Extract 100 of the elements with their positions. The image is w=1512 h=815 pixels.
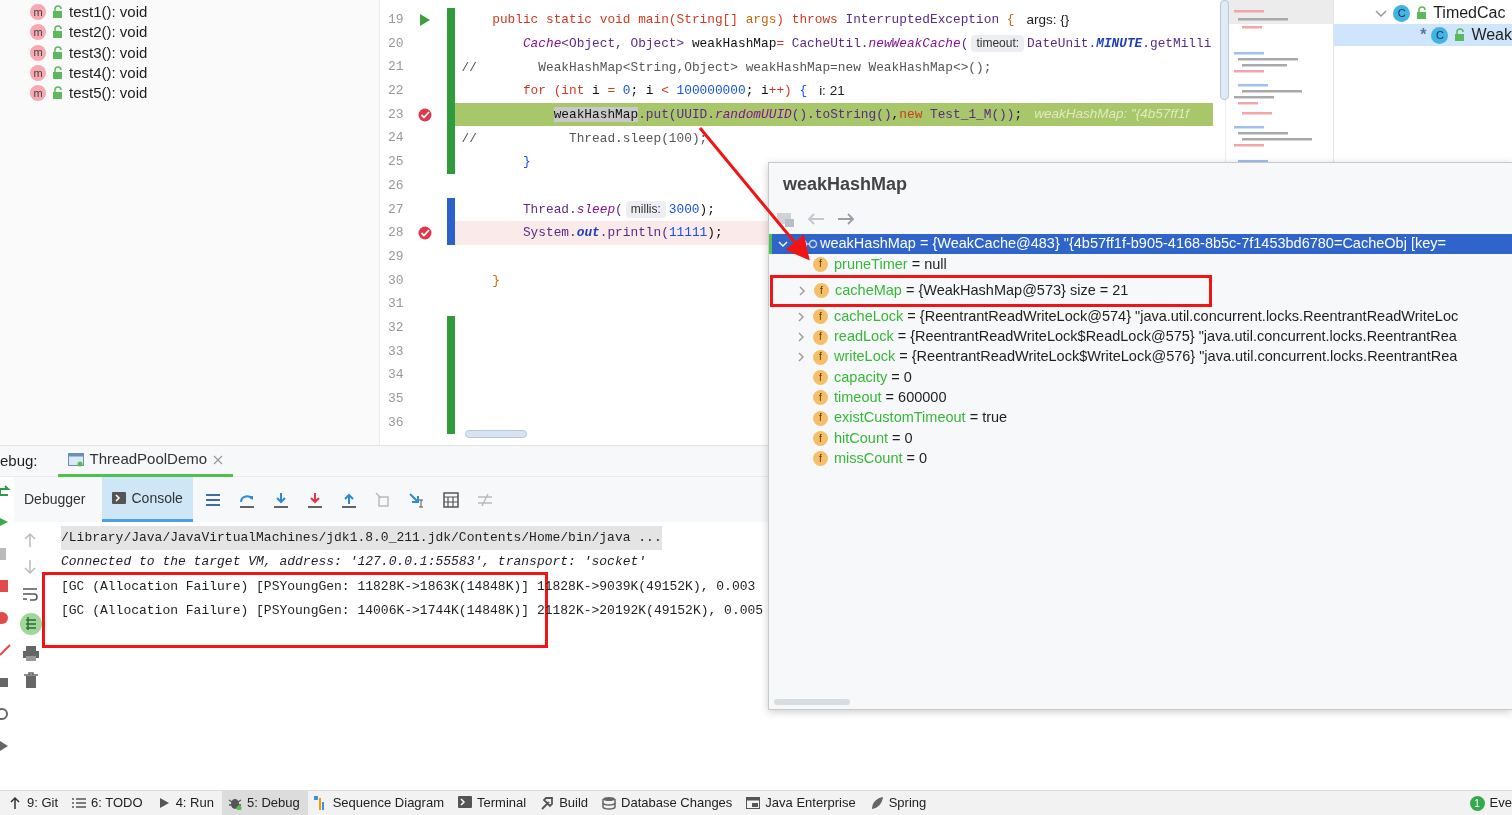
code-text: weakHashMap.put(UUID.randomUUID().toString(),new Test_1_M());	[552, 106, 1023, 124]
class-icon: C	[1431, 26, 1449, 44]
inline-value: i: 21	[819, 81, 845, 100]
modified-marker: *	[1420, 25, 1427, 45]
panel-label: ebug:	[0, 450, 38, 471]
line-number: 26	[386, 176, 404, 195]
line-number: 36	[386, 413, 404, 432]
line-number: 22	[386, 82, 404, 101]
tool-window-button[interactable]: Java Enterprise	[740, 790, 864, 815]
tool-window-button[interactable]: Terminal	[452, 790, 535, 815]
method-icon: m	[30, 44, 46, 61]
method-label[interactable]: test2(): void	[69, 21, 148, 44]
line-number: 31	[386, 295, 404, 314]
scrollbar-thumb[interactable]	[1219, 0, 1229, 100]
code-text: public static void main(String[] args) throws InterruptedException {	[491, 11, 1015, 30]
terminal-icon	[111, 492, 126, 504]
debugger-tab[interactable]: Debugger	[14, 477, 96, 522]
line-number: 34	[386, 366, 404, 385]
code-text: }	[521, 153, 531, 172]
forward-arrow-icon[interactable]	[837, 212, 855, 226]
tree-row[interactable]: * C Weak	[1334, 24, 1512, 46]
line-number: 28	[386, 224, 404, 243]
trash-icon[interactable]	[22, 672, 40, 689]
step-into-icon[interactable]	[272, 491, 289, 508]
print-icon[interactable]	[22, 645, 40, 662]
tool-window-button[interactable]: 5: Debug	[221, 790, 308, 815]
code-text: // WeakHashMap<String,Object> weakHashMap=new WeakHashMap<>();	[461, 58, 992, 77]
run-icon[interactable]	[419, 13, 431, 26]
code-text: for (int i = 0; i < 100000000; i++) {	[521, 82, 808, 101]
scrollbar-thumb[interactable]	[774, 699, 850, 705]
tool-window-button[interactable]: Sequence Diagram	[307, 790, 452, 815]
variable-text: pruneTimer = null	[834, 254, 947, 274]
variable-text: readLock = {ReentrantReadWriteLock$ReadLock@575} "java.util.concurrent.locks.ReentrantRea	[834, 327, 1457, 347]
field-icon: f	[814, 283, 829, 299]
inline-value: args: {}	[1026, 10, 1070, 29]
tool-window-button[interactable]: 9: Git	[2, 790, 67, 815]
soft-wrap-icon[interactable]	[22, 586, 40, 603]
lock-icon	[51, 45, 64, 60]
line-number: 30	[386, 271, 404, 290]
lock-icon	[1415, 6, 1429, 20]
field-icon: f	[813, 431, 828, 446]
build-icon	[540, 796, 555, 810]
scroll-to-end-icon[interactable]	[20, 613, 42, 635]
rerun-icon[interactable]	[0, 483, 12, 497]
tree-row[interactable]: C TimedCac	[1334, 2, 1512, 24]
close-icon[interactable]	[213, 454, 224, 465]
enterprise-icon	[746, 796, 761, 810]
parameter-hint: millis:	[625, 200, 666, 218]
lock-icon	[51, 66, 64, 81]
mute-icon[interactable]	[0, 643, 12, 657]
menu-icon[interactable]	[204, 491, 221, 508]
popup-title: weakHashMap	[782, 173, 909, 196]
lock-icon	[51, 86, 64, 101]
tool-window-button[interactable]: Spring	[863, 790, 935, 815]
field-icon: f	[813, 451, 828, 467]
variable-text: cacheLock = {ReentrantReadWriteLock@574} "java.util.concurrent.locks.ReentrantReadWriteLoc	[834, 306, 1459, 326]
variable-text: timeout = 600000	[834, 388, 947, 408]
tool-window-button[interactable]: Build	[534, 790, 597, 815]
step-out-icon[interactable]	[340, 491, 357, 508]
run-to-cursor-icon[interactable]	[408, 491, 425, 508]
inline-value: weakHashMap: "{4b57ff1f	[1034, 105, 1190, 124]
variable-text: weakHashMap = {WeakCache@483} "{4b57ff1f-b905-4168-8b5c-7f1453bd6780=CacheObj [key=	[820, 234, 1446, 254]
variable-row[interactable]: weakHashMap = {WeakCache@483} "{4b57ff1f-b905-4168-8b5c-7f1453bd6780=CacheObj [key=	[769, 234, 1512, 255]
method-label[interactable]: test5(): void	[69, 82, 148, 105]
terminal-icon	[458, 796, 472, 810]
tool-window-button[interactable]: 4: Run	[150, 790, 222, 815]
field-icon: f	[813, 309, 828, 325]
field-icon: f	[813, 370, 828, 386]
variable-text: cacheMap = {WeakHashMap@573} size = 21	[835, 280, 1129, 300]
line-number: 25	[386, 153, 404, 172]
tool-window-button[interactable]: Database Changes	[596, 790, 741, 815]
line-number: 24	[386, 129, 404, 148]
breakpoint-icon[interactable]	[418, 226, 432, 241]
line-number: 32	[386, 318, 404, 337]
field-icon: f	[813, 349, 828, 365]
method-label[interactable]: test1(): void	[69, 0, 148, 24]
field-icon: f	[813, 410, 828, 426]
breakpoint-icon[interactable]	[418, 107, 432, 122]
event-log-button[interactable]: 1 Eve	[1463, 790, 1512, 815]
code-text: Thread.sleep(	[521, 200, 623, 219]
force-step-into-icon[interactable]	[306, 491, 323, 508]
method-icon: m	[30, 85, 46, 102]
line-number: 27	[386, 200, 404, 219]
variable-text: writeLock = {ReentrantReadWriteLock$WriteLock@576} "java.util.concurrent.locks.ReentrantRea	[834, 347, 1458, 367]
method-label[interactable]: test3(): void	[69, 41, 148, 64]
scrollbar-thumb[interactable]	[464, 430, 527, 438]
folder-icon[interactable]	[777, 211, 795, 227]
code-text: 3000);	[668, 200, 715, 219]
line-number: 33	[386, 342, 404, 361]
variable-text: hitCount = 0	[834, 428, 913, 448]
tool-window-button[interactable]: 6: TODO	[66, 790, 151, 815]
line-number: 29	[386, 247, 404, 266]
line-number: 23	[386, 105, 404, 124]
variable-text: existCustomTimeout = true	[834, 408, 1008, 428]
calculator-icon[interactable]	[442, 491, 459, 508]
variable-text: capacity = 0	[834, 367, 912, 387]
window-icon	[67, 452, 84, 467]
console-tab[interactable]: Console	[101, 477, 193, 522]
method-label[interactable]: test4(): void	[69, 61, 148, 85]
spring-icon	[869, 796, 884, 810]
